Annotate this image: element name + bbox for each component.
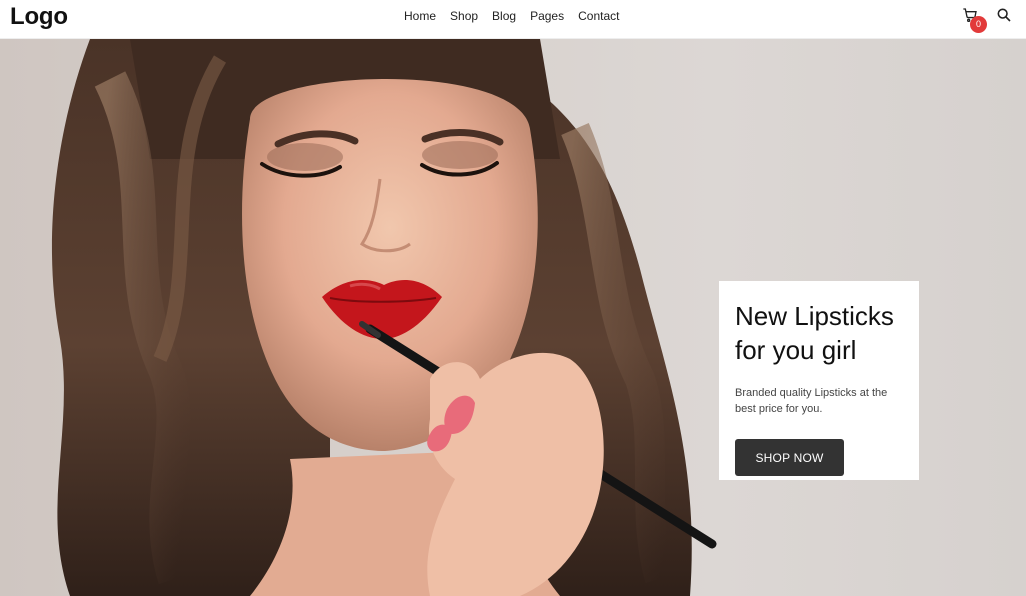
- logo[interactable]: Logo: [10, 3, 68, 31]
- nav-pages[interactable]: Pages: [530, 9, 564, 23]
- nav-home[interactable]: Home: [404, 9, 436, 23]
- search-button[interactable]: [996, 7, 1012, 23]
- promo-title: New Lipsticks for you girl: [735, 301, 894, 365]
- hero-banner: New Lipsticks for you girl Branded quali…: [0, 39, 1026, 596]
- nav-shop[interactable]: Shop: [450, 9, 478, 23]
- site-header: Logo Home Shop Blog Pages Contact 0: [0, 0, 1026, 39]
- search-icon: [996, 7, 1012, 23]
- main-nav: Home Shop Blog Pages Contact: [404, 9, 619, 23]
- nav-blog[interactable]: Blog: [492, 9, 516, 23]
- nav-contact[interactable]: Contact: [578, 9, 619, 23]
- promo-text: Branded quality Lipsticks at the best pr…: [735, 387, 888, 415]
- cart-count-badge: 0: [970, 16, 987, 33]
- cart-button[interactable]: 0: [962, 7, 987, 33]
- shop-now-button[interactable]: SHOP NOW: [735, 439, 844, 476]
- promo-card: New Lipsticks for you girl Branded quali…: [719, 281, 919, 480]
